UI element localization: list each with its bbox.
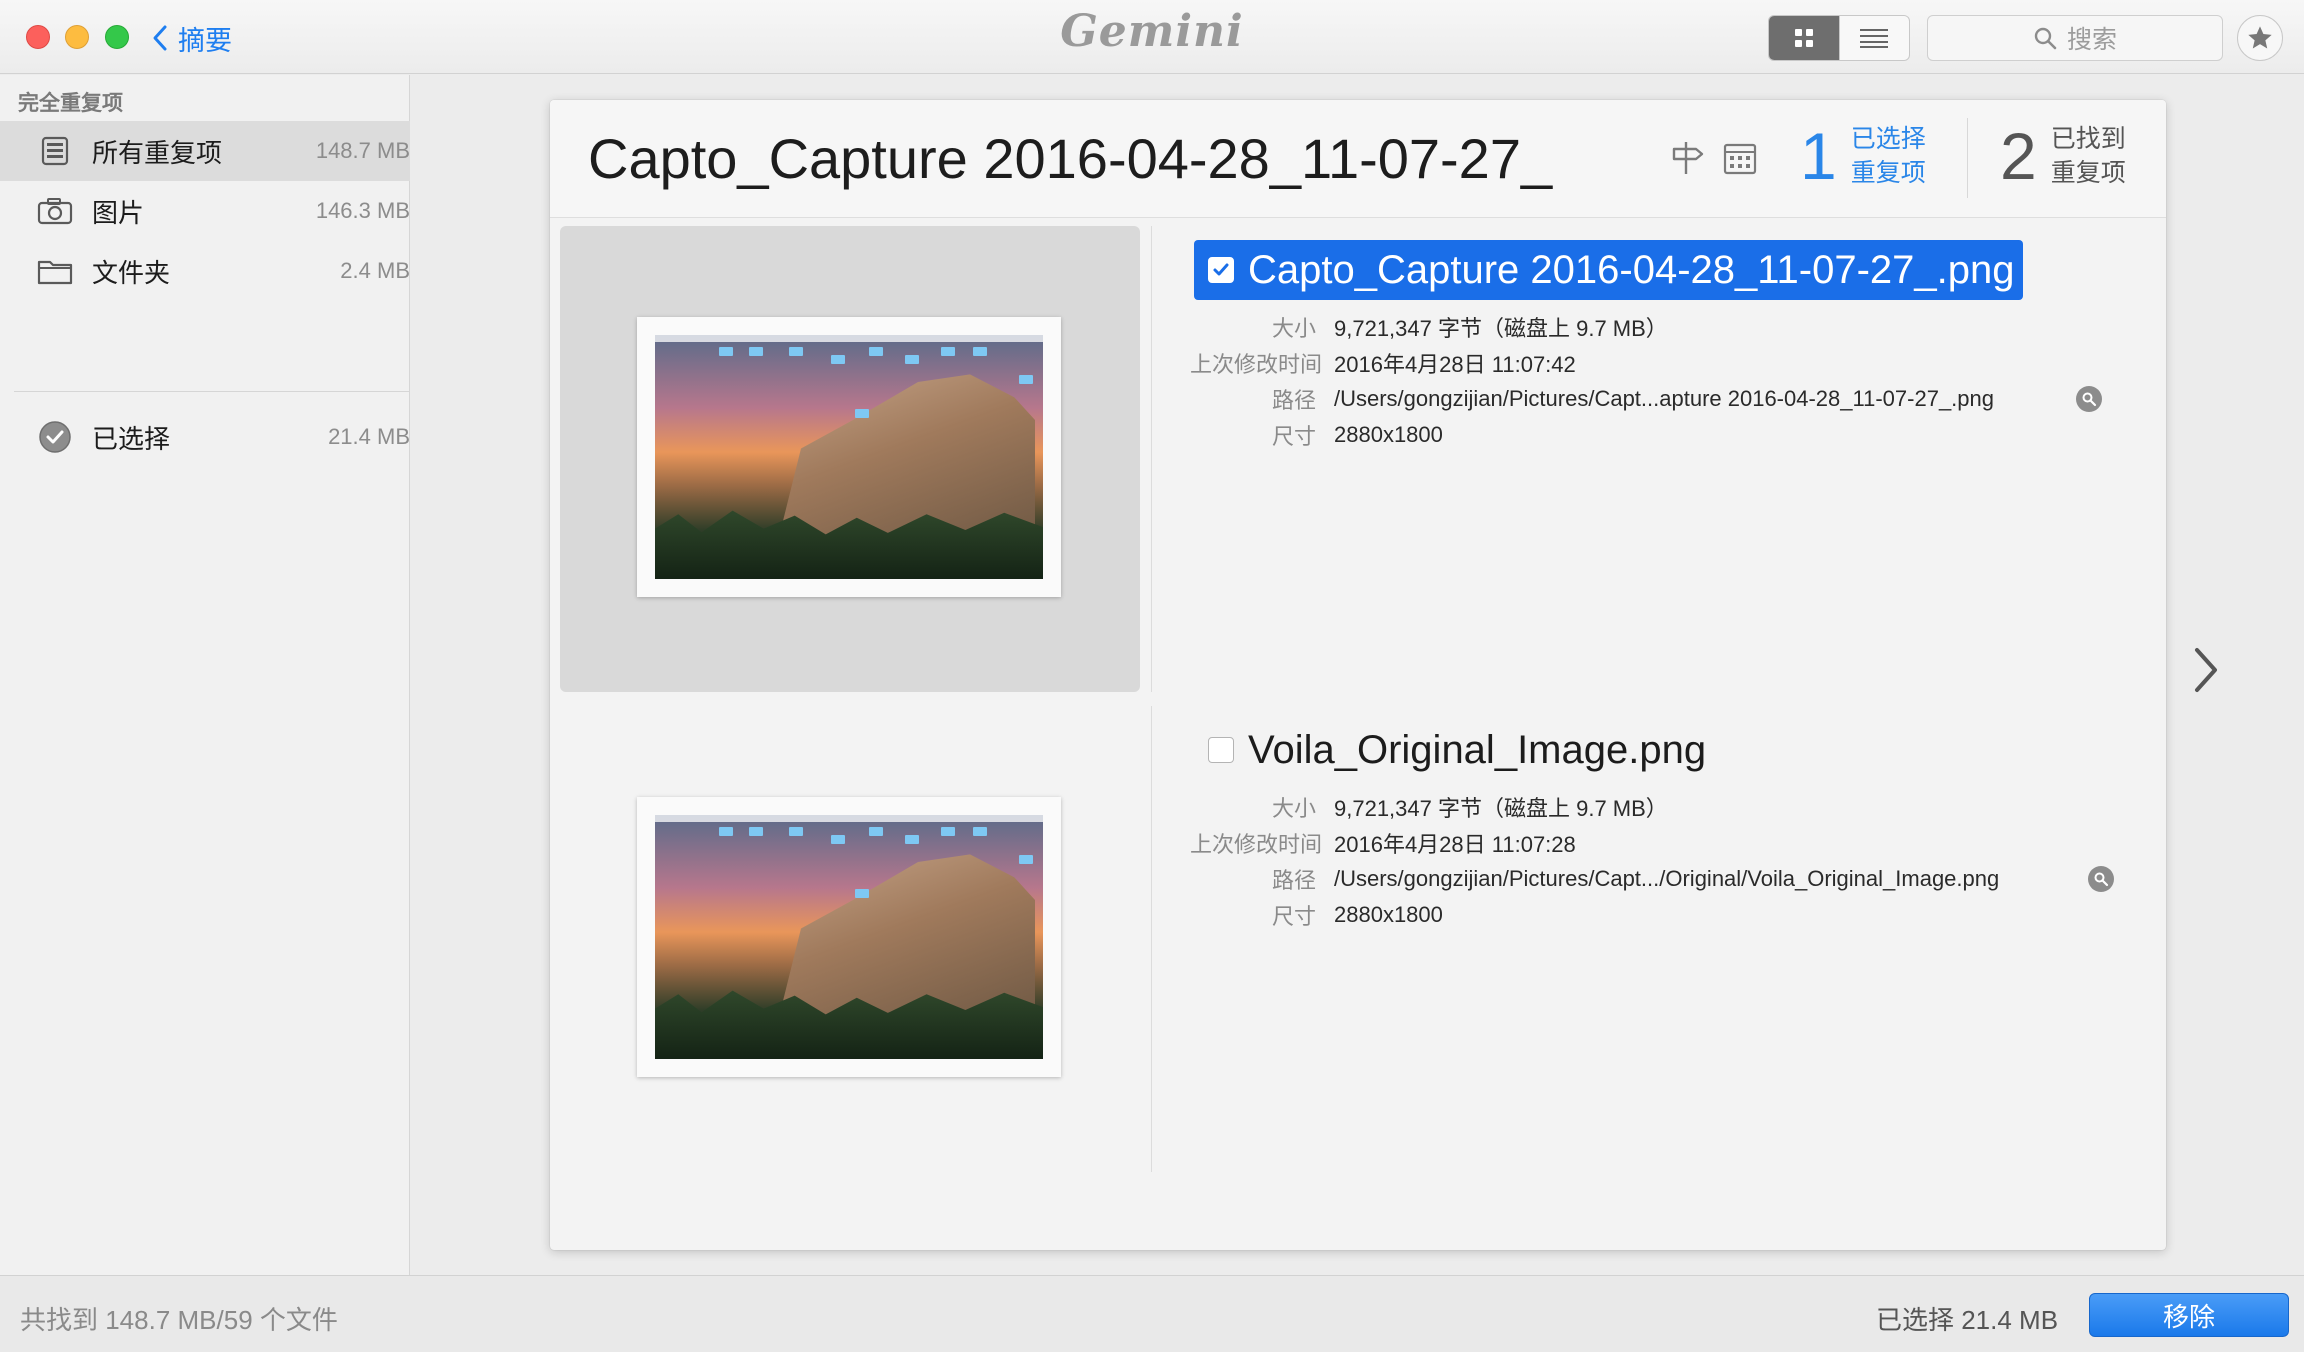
toolbar: 摘要 Gemini 搜索 [0, 0, 2304, 74]
sidebar-item-size: 2.4 MB [340, 258, 410, 283]
meta-key: 路径 [1271, 868, 1316, 893]
meta-key: 路径 [1271, 388, 1316, 413]
search-field[interactable]: 搜索 [1927, 15, 2223, 61]
remove-button[interactable]: 移除 [2089, 1293, 2289, 1337]
selected-count-number: 1 [1800, 119, 1837, 193]
grid-view-button[interactable] [1769, 16, 1839, 60]
meta-value: 2016年4月28日 11:07:28 [1334, 832, 1576, 857]
meta-key: 大小 [1271, 316, 1316, 341]
star-icon [2248, 26, 2272, 49]
meta-value: 9,721,347 字节（磁盘上 9.7 MB） [1334, 796, 1668, 821]
favorite-button[interactable] [2237, 15, 2283, 61]
column-divider [1151, 706, 1152, 1172]
meta-key: 尺寸 [1271, 904, 1316, 929]
header-separator [1967, 118, 1968, 198]
calendar-grid-icon[interactable] [1722, 140, 1758, 176]
camera-icon [36, 195, 74, 227]
meta-key: 上次修改时间 [1190, 832, 1323, 857]
file-path-row: 路径 /Users/gongzijian/Pictures/Capt.../Or… [1190, 864, 1999, 894]
meta-value: /Users/gongzijian/Pictures/Capt.../Origi… [1334, 866, 2000, 891]
list-view-button[interactable] [1838, 16, 1910, 60]
signpost-icon[interactable] [1670, 140, 1706, 176]
grid-icon [1794, 29, 1813, 47]
next-group-chevron-icon[interactable] [2185, 640, 2225, 700]
sidebar-item-label: 图片 [92, 197, 145, 228]
back-to-summary-button[interactable]: 摘要 [152, 18, 232, 58]
meta-key: 尺寸 [1271, 424, 1316, 449]
meta-value: /Users/gongzijian/Pictures/Capt...apture… [1334, 386, 1994, 411]
meta-value: 2016年4月28日 11:07:42 [1334, 352, 1576, 377]
file-name: Capto_Capture 2016-04-28_11-07-27_.png [1248, 247, 2015, 292]
card-header: Capto_Capture 2016-04-28_11-07-27_ 1 已选择… [550, 100, 2166, 218]
file-modified-row: 上次修改时间 2016年4月28日 11:07:28 [1190, 828, 1576, 858]
sidebar-item-selected[interactable]: 已选择 21.4 MB [0, 407, 410, 467]
magnifier-icon [2094, 872, 2109, 887]
checkmark-icon [1213, 263, 1229, 276]
magnifier-icon [2082, 392, 2097, 407]
found-count-number: 2 [2000, 119, 2037, 193]
selected-duplicates-count: 1 已选择 重复项 [1800, 122, 1926, 190]
section-title: 完全重复项 [18, 92, 123, 115]
sidebar: 完全重复项 所有重复项 148.7 MB 图片 146.3 MB 文件夹 2.4… [0, 75, 410, 1275]
meta-key: 大小 [1271, 796, 1316, 821]
found-count-label-2: 重复项 [2050, 159, 2126, 187]
close-window-button[interactable] [26, 25, 50, 49]
sidebar-item-label: 文件夹 [92, 257, 171, 288]
sidebar-item-size: 21.4 MB [328, 424, 410, 449]
sidebar-item-all-duplicates[interactable]: 所有重复项 148.7 MB [0, 121, 410, 181]
file-name-row[interactable]: Capto_Capture 2016-04-28_11-07-27_.png [1194, 240, 2023, 300]
found-duplicates-count: 2 已找到 重复项 [2000, 122, 2126, 190]
duplicate-group-card: Capto_Capture 2016-04-28_11-07-27_ 1 已选择… [550, 100, 2166, 1250]
sidebar-item-size: 148.7 MB [315, 138, 410, 163]
file-preview [637, 797, 1061, 1077]
checkmark-circle-icon [36, 421, 74, 453]
tray-stack-icon [36, 135, 74, 167]
file-select-checkbox[interactable] [1208, 737, 1234, 763]
folder-icon [36, 255, 74, 287]
status-bar: 共找到 148.7 MB/59 个文件 已选择 21.4 MB 移除 [0, 1275, 2304, 1352]
file-size-row: 大小 9,721,347 字节（磁盘上 9.7 MB） [1190, 312, 1668, 342]
zoom-window-button[interactable] [105, 25, 129, 49]
meta-value: 2880x1800 [1334, 422, 1443, 447]
file-name-row[interactable]: Voila_Original_Image.png [1194, 720, 1714, 780]
found-summary: 共找到 148.7 MB/59 个文件 [20, 1305, 338, 1335]
minimize-window-button[interactable] [65, 25, 89, 49]
meta-value: 9,721,347 字节（磁盘上 9.7 MB） [1334, 316, 1668, 341]
reveal-in-finder-button[interactable] [2076, 386, 2102, 412]
file-dimensions-row: 尺寸 2880x1800 [1190, 420, 1443, 450]
file-select-checkbox[interactable] [1208, 257, 1234, 283]
sidebar-item-size: 146.3 MB [315, 198, 410, 223]
column-divider [1151, 226, 1152, 692]
sidebar-item-label: 所有重复项 [92, 137, 223, 168]
selected-summary: 已选择 21.4 MB [1876, 1305, 2059, 1335]
file-path-row: 路径 /Users/gongzijian/Pictures/Capt...apt… [1190, 384, 1994, 414]
file-thumbnail-cell[interactable] [560, 226, 1140, 692]
found-count-label-1: 已找到 [2050, 125, 2126, 153]
file-preview [637, 317, 1061, 597]
sidebar-item-folders[interactable]: 文件夹 2.4 MB [0, 241, 410, 301]
file-name: Voila_Original_Image.png [1248, 727, 1707, 772]
group-title: Capto_Capture 2016-04-28_11-07-27_ [588, 127, 1553, 190]
file-size-row: 大小 9,721,347 字节（磁盘上 9.7 MB） [1190, 792, 1668, 822]
search-icon [2034, 27, 2057, 50]
sidebar-divider [14, 391, 410, 392]
list-icon [1860, 29, 1889, 48]
desktop-screenshot-preview [655, 335, 1043, 579]
search-placeholder: 搜索 [2066, 26, 2117, 54]
back-label: 摘要 [178, 25, 232, 56]
selected-count-label-2: 重复项 [1850, 159, 1926, 187]
selected-count-label-1: 已选择 [1850, 125, 1926, 153]
reveal-in-finder-button[interactable] [2088, 866, 2114, 892]
file-modified-row: 上次修改时间 2016年4月28日 11:07:42 [1190, 348, 1576, 378]
chevron-left-icon [153, 25, 167, 51]
view-mode-control [1768, 15, 1910, 61]
file-thumbnail-cell[interactable] [560, 706, 1140, 1172]
desktop-screenshot-preview [655, 815, 1043, 1059]
sidebar-item-label: 已选择 [92, 423, 171, 454]
sidebar-item-pictures[interactable]: 图片 146.3 MB [0, 181, 410, 241]
meta-value: 2880x1800 [1334, 902, 1443, 927]
meta-key: 上次修改时间 [1190, 352, 1323, 377]
file-dimensions-row: 尺寸 2880x1800 [1190, 900, 1443, 930]
